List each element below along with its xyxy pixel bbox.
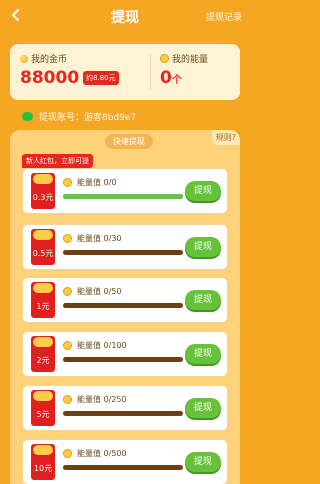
withdraw-button[interactable]: 提现 (185, 452, 221, 472)
energy-icon (63, 395, 72, 404)
withdraw-option-row: 5元 能量值 0/250 提现 (22, 385, 228, 431)
energy-progress-fill (63, 194, 183, 199)
energy-requirement-text: 能量值 0/0 (77, 178, 117, 187)
energy-label-text: 我的能量 (172, 55, 209, 65)
red-envelope-icon: 1元 (31, 282, 55, 318)
red-envelope-icon: 0.5元 (31, 229, 55, 265)
withdraw-option-row: 0.5元 能量值 0/30 提现 (22, 224, 228, 270)
envelope-coins (33, 230, 53, 240)
withdraw-button[interactable]: 提现 (185, 181, 221, 201)
energy-value-number: 0 (160, 68, 172, 88)
withdraw-account-text: 提现账号：游客8bd9e7 (39, 113, 137, 123)
balance-card: 我的金币 88000 约8.80元 我的能量 0个 (10, 44, 240, 100)
red-envelope-icon: 0.3元 (31, 173, 55, 209)
energy-progress-bar (63, 411, 183, 416)
energy-progress-bar (63, 194, 183, 199)
energy-icon (63, 178, 72, 187)
energy-icon (63, 449, 72, 458)
newbie-tip-badge: 新人红包，立即可提 (22, 154, 93, 168)
energy-icon (63, 234, 72, 243)
energy-requirement-text: 能量值 0/250 (77, 395, 127, 404)
withdraw-option-row: 10元 能量值 0/500 提现 (22, 439, 228, 484)
envelope-coins (33, 283, 53, 293)
energy-progress-bar (63, 303, 183, 308)
withdraw-option-row: 0.3元 能量值 0/0 提现 (22, 168, 228, 214)
balance-divider (150, 54, 151, 90)
withdraw-amount: 10元 (33, 464, 53, 473)
rules-button[interactable]: 规则? (211, 130, 240, 145)
energy-icon (160, 54, 169, 63)
withdraw-button[interactable]: 提现 (185, 398, 221, 418)
withdraw-amount: 5元 (36, 410, 50, 419)
red-envelope-icon: 2元 (31, 336, 55, 372)
coin-icon (20, 54, 28, 63)
coin-label-text: 我的金币 (31, 55, 68, 65)
energy-requirement-text: 能量值 0/500 (77, 449, 127, 458)
withdraw-amount: 2元 (36, 356, 50, 365)
coin-label: 我的金币 (20, 52, 67, 65)
withdraw-button[interactable]: 提现 (185, 344, 221, 364)
withdraw-history-link[interactable]: 提现记录 (206, 10, 242, 23)
energy-progress-bar (63, 250, 183, 255)
energy-requirement-text: 能量值 0/100 (77, 341, 127, 350)
coin-value: 88000 (20, 68, 80, 88)
envelope-coins (33, 391, 53, 401)
energy-icon (63, 287, 72, 296)
withdraw-amount: 0.3元 (32, 193, 54, 202)
coin-approx-badge: 约8.80元 (83, 71, 119, 85)
envelope-coins (33, 445, 53, 455)
withdraw-option-row: 1元 能量值 0/50 提现 (22, 277, 228, 323)
withdraw-amount: 0.5元 (32, 249, 54, 258)
wechat-icon (22, 112, 33, 121)
envelope-coins (33, 337, 53, 347)
withdraw-panel: 快速提现 规则? 新人红包，立即可提 0.3元 能量值 0/0 提现 0.5元 能量值 … (10, 130, 240, 484)
energy-icon (63, 341, 72, 350)
top-bar: 提现 提现记录 (0, 0, 250, 34)
energy-requirement-text: 能量值 0/50 (77, 287, 122, 296)
energy-requirement-text: 能量值 0/30 (77, 234, 122, 243)
energy-progress-bar (63, 357, 183, 362)
withdraw-option-row: 2元 能量值 0/100 提现 (22, 331, 228, 377)
red-envelope-icon: 5元 (31, 390, 55, 426)
energy-label: 我的能量 (160, 52, 208, 65)
envelope-coins (33, 174, 53, 184)
withdraw-button[interactable]: 提现 (185, 290, 221, 310)
withdraw-button[interactable]: 提现 (185, 237, 221, 257)
withdraw-amount: 1元 (36, 302, 50, 311)
red-envelope-icon: 10元 (31, 444, 55, 480)
withdraw-account-row: 提现账号：游客8bd9e7 (22, 110, 136, 123)
energy-progress-bar (63, 465, 183, 470)
quick-withdraw-tag: 快速提现 (105, 134, 153, 149)
energy-unit: 个 (171, 75, 182, 86)
energy-value: 0个 (160, 68, 182, 88)
